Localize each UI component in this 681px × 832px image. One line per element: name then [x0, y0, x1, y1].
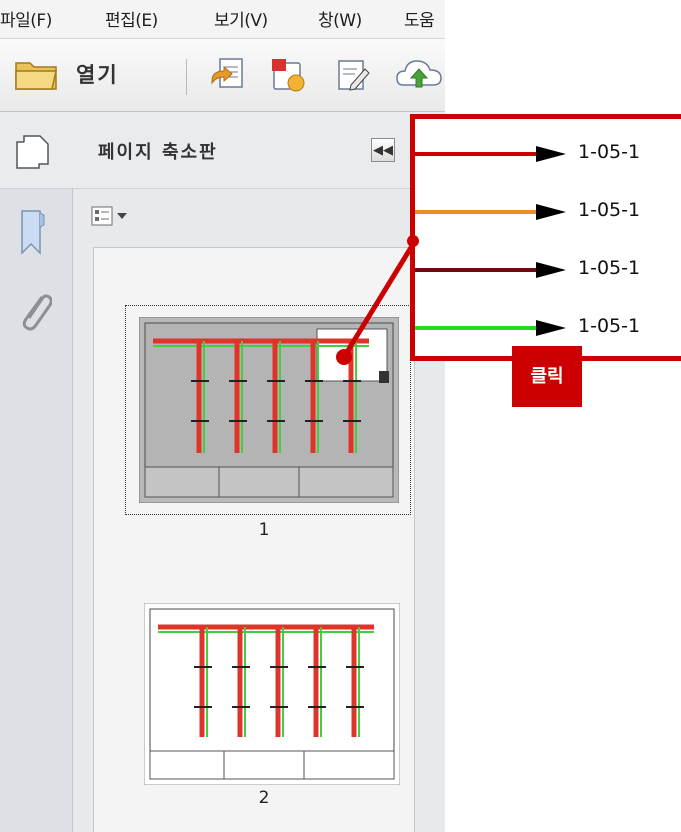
page-thumbnail-2[interactable]	[144, 603, 400, 785]
page-number-1: 1	[258, 520, 270, 540]
cloud-upload-icon[interactable]	[395, 55, 445, 95]
attachment-icon[interactable]	[16, 289, 52, 335]
thumbnail-list: 1 2	[93, 247, 415, 832]
pipe-reference-3[interactable]: 1-05-1	[578, 257, 640, 279]
collapse-panel-button[interactable]: ◀◀	[371, 138, 395, 162]
page-number-2: 2	[258, 788, 270, 808]
pdf-viewer-window: 파일(F) 편집(E) 보기(V) 창(W) 도움 열기 페이지 축소판 ◀◀ …	[0, 0, 445, 832]
thumbnail-options-button[interactable]	[91, 205, 133, 227]
menu-help[interactable]: 도움	[404, 6, 435, 31]
menu-bar: 파일(F) 편집(E) 보기(V) 창(W) 도움	[0, 0, 445, 39]
pipe-reference-4[interactable]: 1-05-1	[578, 315, 640, 337]
convert-icon[interactable]	[208, 55, 248, 95]
menu-view[interactable]: 보기(V)	[214, 6, 268, 31]
toolbar: 열기	[0, 39, 445, 112]
thumbnail-panel: 1 2	[73, 189, 445, 832]
toolbar-separator	[186, 59, 187, 95]
pages-icon[interactable]	[16, 134, 50, 170]
bookmark-icon[interactable]	[20, 209, 46, 255]
menu-window[interactable]: 창(W)	[318, 6, 362, 31]
navigation-strip	[0, 189, 73, 832]
panel-title: 페이지 축소판	[98, 142, 218, 163]
thumbnail-panel-header: 페이지 축소판 ◀◀	[0, 112, 445, 189]
folder-icon	[15, 62, 57, 90]
create-pdf-icon[interactable]	[268, 55, 308, 95]
pipe-reference-callout	[410, 114, 681, 361]
open-label: 열기	[76, 63, 119, 87]
menu-file[interactable]: 파일(F)	[0, 6, 52, 31]
click-badge: 클릭	[512, 346, 582, 407]
menu-edit[interactable]: 편집(E)	[105, 6, 158, 31]
open-button[interactable]: 열기	[14, 51, 164, 99]
page-thumbnail-1[interactable]	[139, 317, 399, 503]
sign-icon[interactable]	[333, 55, 373, 95]
pipe-reference-2[interactable]: 1-05-1	[578, 199, 640, 221]
pipe-reference-1[interactable]: 1-05-1	[578, 141, 640, 163]
